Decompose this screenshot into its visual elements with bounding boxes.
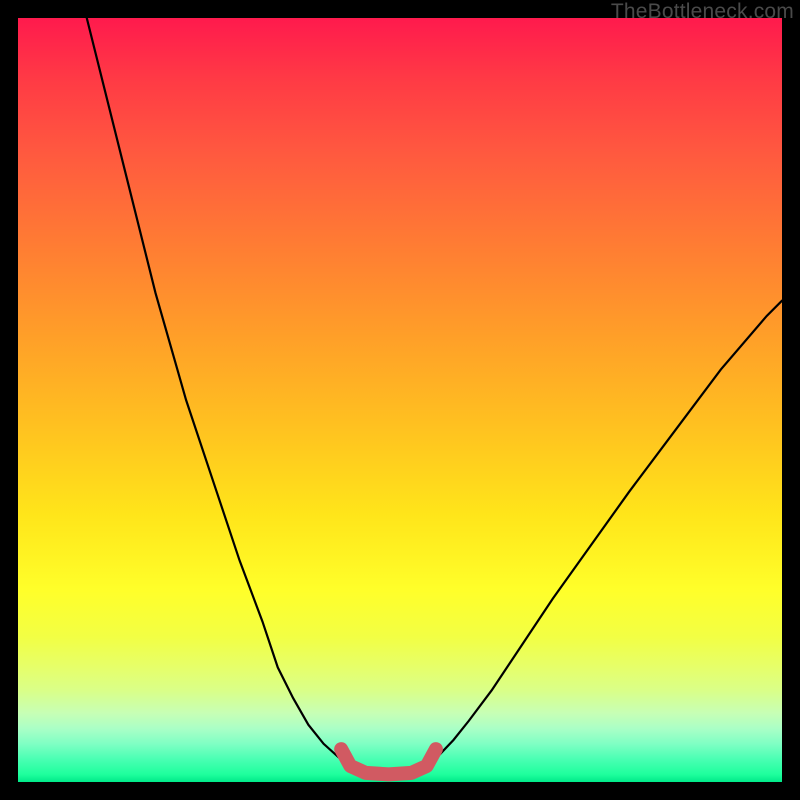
plot-area <box>18 18 782 782</box>
right-curve <box>427 301 782 766</box>
chart-frame: TheBottleneck.com <box>0 0 800 800</box>
curves-svg <box>18 18 782 782</box>
watermark-text: TheBottleneck.com <box>611 0 794 24</box>
highlight-segment <box>341 749 436 774</box>
left-curve <box>87 18 351 766</box>
